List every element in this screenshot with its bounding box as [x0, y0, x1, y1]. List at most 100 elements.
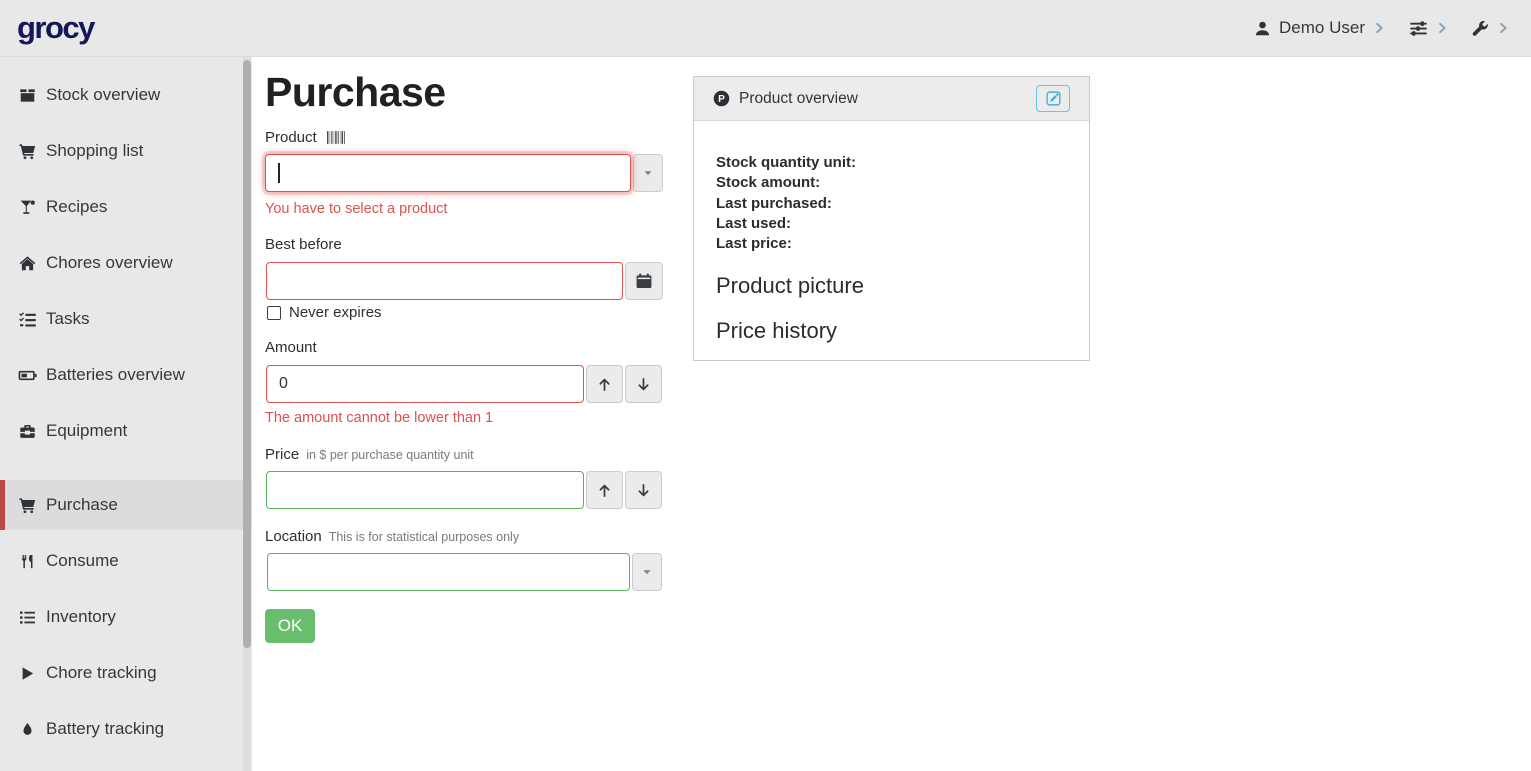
never-expires-row: Never expires [267, 304, 382, 321]
best-before-input[interactable] [266, 262, 623, 300]
product-input-wrap [265, 154, 631, 192]
panel-title: Product overview [739, 90, 858, 108]
settings-menu[interactable] [1409, 19, 1448, 38]
amount-increment-button[interactable] [586, 365, 623, 403]
caret-down-icon [640, 565, 654, 579]
main-content: Purchase Product You have to select a pr… [252, 57, 1531, 771]
arrow-up-icon [597, 377, 612, 392]
last-price-field: Last price: [716, 234, 1067, 254]
arrow-down-icon [636, 377, 651, 392]
box-icon [17, 87, 37, 104]
amount-label: Amount [265, 339, 317, 356]
price-label: Pricein $ per purchase quantity unit [265, 446, 474, 463]
toolbox-icon [17, 423, 37, 440]
location-dropdown-button[interactable] [632, 553, 662, 591]
sidebar-item-consume[interactable]: Consume [0, 536, 252, 586]
user-menu[interactable]: Demo User [1254, 18, 1385, 38]
never-expires-checkbox[interactable] [267, 306, 281, 320]
panel-body: Stock quantity unit: Stock amount: Last … [694, 121, 1089, 344]
product-field-group [265, 154, 663, 192]
droplet-icon [17, 722, 37, 737]
user-icon [1254, 20, 1271, 37]
product-error: You have to select a product [265, 201, 447, 217]
price-input[interactable] [266, 471, 584, 509]
battery-icon [17, 366, 37, 385]
location-hint: This is for statistical purposes only [329, 530, 519, 544]
location-label: LocationThis is for statistical purposes… [265, 528, 519, 545]
amount-input[interactable] [266, 365, 584, 403]
calendar-icon [636, 273, 652, 289]
tasks-icon [17, 311, 37, 328]
sidebar-item-inventory[interactable]: Inventory [0, 592, 252, 642]
sidebar-item-tasks[interactable]: Tasks [0, 294, 252, 344]
last-purchased-field: Last purchased: [716, 194, 1067, 214]
sidebar-item-label: Equipment [46, 421, 127, 441]
sidebar-item-stock-overview[interactable]: Stock overview [0, 70, 252, 120]
edit-product-button[interactable] [1036, 85, 1070, 112]
panel-header: P Product overview [694, 77, 1089, 121]
shopping-cart-icon [17, 143, 37, 160]
page-title: Purchase [265, 69, 446, 116]
sidebar-item-equipment[interactable]: Equipment [0, 406, 252, 456]
top-header: grocy Demo User [0, 0, 1531, 57]
text-cursor [278, 163, 280, 183]
stock-amount-field: Stock amount: [716, 173, 1067, 193]
sidebar-item-chore-tracking[interactable]: Chore tracking [0, 648, 252, 698]
product-picture-heading: Product picture [716, 273, 1067, 299]
sliders-icon [1409, 19, 1428, 38]
chevron-right-icon [1436, 22, 1448, 34]
user-name: Demo User [1279, 18, 1365, 38]
product-overview-panel: P Product overview Stock quantity unit: … [693, 76, 1090, 361]
chevron-right-icon [1373, 22, 1385, 34]
sidebar-item-label: Chores overview [46, 253, 173, 273]
product-label: Product [265, 129, 347, 148]
sidebar-item-purchase[interactable]: Purchase [0, 480, 252, 530]
sidebar-nav: Stock overview Shopping list Recipes Cho… [0, 57, 252, 771]
utensils-icon [17, 554, 37, 569]
cocktail-icon [17, 199, 37, 216]
price-decrement-button[interactable] [625, 471, 662, 509]
arrow-down-icon [636, 483, 651, 498]
sidebar-item-label: Shopping list [46, 141, 143, 161]
price-history-heading: Price history [716, 318, 1067, 344]
location-input[interactable] [267, 553, 630, 591]
caret-down-icon [641, 166, 655, 180]
shopping-cart-icon [17, 497, 37, 514]
sidebar-item-recipes[interactable]: Recipes [0, 182, 252, 232]
last-used-field: Last used: [716, 214, 1067, 234]
best-before-field-group [266, 262, 663, 300]
stock-quantity-unit-field: Stock quantity unit: [716, 153, 1067, 173]
sidebar-item-shopping-list[interactable]: Shopping list [0, 126, 252, 176]
chevron-right-icon [1497, 22, 1509, 34]
price-hint: in $ per purchase quantity unit [306, 448, 473, 462]
product-circle-icon: P [713, 90, 730, 107]
location-field-group [267, 553, 662, 591]
amount-decrement-button[interactable] [625, 365, 662, 403]
sidebar-item-batteries-overview[interactable]: Batteries overview [0, 350, 252, 400]
sidebar-item-battery-tracking[interactable]: Battery tracking [0, 704, 252, 754]
ok-button[interactable]: OK [265, 609, 315, 643]
sidebar-item-label: Tasks [46, 309, 89, 329]
sidebar-item-label: Batteries overview [46, 365, 185, 385]
grocy-logo[interactable]: grocy [17, 10, 94, 46]
admin-menu[interactable] [1472, 20, 1509, 37]
sidebar-item-label: Recipes [46, 197, 107, 217]
sidebar-item-chores-overview[interactable]: Chores overview [0, 238, 252, 288]
header-menu: Demo User [1254, 18, 1509, 38]
calendar-button[interactable] [625, 262, 663, 300]
product-dropdown-button[interactable] [633, 154, 663, 192]
sidebar-item-label: Inventory [46, 607, 116, 627]
price-increment-button[interactable] [586, 471, 623, 509]
product-input[interactable] [265, 154, 631, 192]
sidebar-item-label: Battery tracking [46, 719, 164, 739]
sidebar-item-label: Purchase [46, 495, 118, 515]
wrench-icon [1472, 20, 1489, 37]
sidebar-scrollbar-thumb[interactable] [243, 60, 251, 648]
sidebar-item-label: Chore tracking [46, 663, 157, 683]
best-before-label: Best before [265, 236, 342, 253]
edit-icon [1046, 91, 1061, 106]
barcode-icon [327, 131, 347, 148]
home-icon [17, 255, 37, 272]
price-field-group [266, 471, 662, 509]
never-expires-label: Never expires [289, 304, 382, 321]
